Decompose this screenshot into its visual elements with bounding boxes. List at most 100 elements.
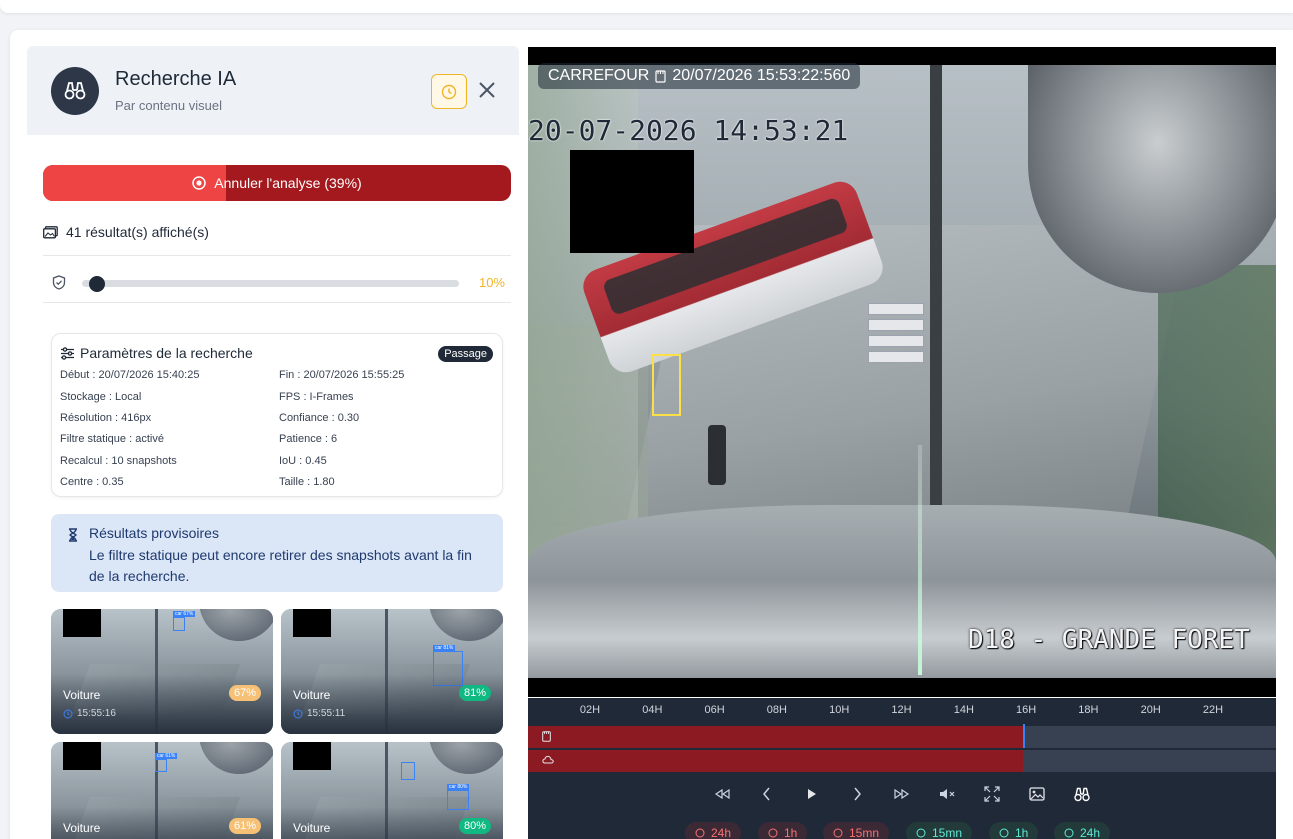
- sign-panel: [868, 319, 924, 331]
- jump-forward-1h-button[interactable]: 1h: [989, 822, 1039, 839]
- jump-back-label: 24h: [711, 826, 732, 839]
- camera-frame: 20-07-2026 14:53:21 D18 - GRANDE FORET: [528, 65, 1276, 678]
- timeline-hour-label: 06H: [704, 704, 725, 716]
- history-button[interactable]: [431, 74, 467, 109]
- result-thumbnail[interactable]: car 80% Voiture 80%: [281, 742, 503, 839]
- results-count-label: 41 résultat(s) affiché(s): [66, 224, 209, 240]
- jump-buttons: 24h 1h 15mn 15mn 1h 24h: [528, 822, 1276, 839]
- fullscreen-icon: [984, 786, 1000, 802]
- jump-forward-label: 15mn: [932, 826, 963, 839]
- param-iou: IoU : 0.45: [279, 455, 327, 467]
- playback-controls: [528, 784, 1276, 804]
- jump-back-24h-button[interactable]: 24h: [685, 822, 742, 839]
- results-count: 41 résultat(s) affiché(s): [43, 224, 209, 240]
- param-recalc: Recalcul : 10 snapshots: [60, 455, 177, 467]
- jump-forward-24h-button[interactable]: 24h: [1054, 822, 1111, 839]
- next-button[interactable]: [846, 784, 868, 804]
- confidence-slider[interactable]: 10%: [43, 272, 511, 294]
- rewind-icon: [695, 828, 705, 838]
- record-icon: [192, 176, 207, 190]
- osd-place: D18 - GRANDE FORET: [968, 625, 1250, 655]
- snapshot-button[interactable]: [1026, 784, 1048, 804]
- timeline-hour-label: 18H: [1078, 704, 1099, 716]
- mode-badge: Passage: [438, 346, 493, 362]
- result-thumbnail[interactable]: car 81% Voiture 81% 15:55:11: [281, 609, 503, 734]
- play-icon: [808, 789, 816, 799]
- jump-forward-label: 1h: [1015, 826, 1029, 839]
- forward-icon: [999, 828, 1009, 838]
- fast-forward-button[interactable]: [891, 784, 913, 804]
- param-static-filter: Filtre statique : activé: [60, 433, 164, 445]
- score-badge: 81%: [458, 685, 491, 701]
- privacy-mask: [293, 609, 331, 637]
- slider-thumb[interactable]: [89, 276, 106, 292]
- mute-button[interactable]: [936, 784, 958, 804]
- provisional-results-alert: Résultats provisoires Le filtre statique…: [51, 514, 503, 592]
- top-bar: [0, 0, 1293, 13]
- close-button[interactable]: [476, 79, 498, 101]
- timeline-hour-label: 16H: [1016, 704, 1037, 716]
- detection-box: [155, 759, 167, 772]
- param-confidence: Confiance : 0.30: [279, 412, 360, 424]
- fullscreen-button[interactable]: [981, 784, 1003, 804]
- cloud-icon: [542, 755, 554, 764]
- cancel-analysis-button[interactable]: Annuler l'analyse (39%): [43, 165, 511, 201]
- clock-icon: [441, 84, 457, 99]
- forward-icon: [916, 828, 926, 838]
- slider-track[interactable]: [82, 276, 459, 292]
- detection-tag: car 61%: [155, 753, 178, 759]
- page-subtitle: Par contenu visuel: [115, 98, 222, 113]
- thumbnail-time-text: 15:55:16: [77, 708, 116, 719]
- score-badge: 61%: [228, 818, 261, 834]
- timeline-track-cloud[interactable]: [528, 750, 1276, 772]
- previous-button[interactable]: [756, 784, 778, 804]
- timeline-hour-label: 14H: [953, 704, 974, 716]
- timeline[interactable]: 02H 04H 06H 08H 10H 12H 14H 16H 18H 20H 22H: [528, 698, 1276, 839]
- sliders-icon: [61, 346, 74, 360]
- detection-tag: car 81%: [433, 645, 456, 651]
- timeline-track-local[interactable]: [528, 726, 1276, 748]
- chevron-left-icon: [763, 787, 770, 801]
- clock-icon: [293, 709, 303, 718]
- privacy-mask: [293, 742, 331, 770]
- param-size: Taille : 1.80: [279, 476, 335, 488]
- alert-body: Le filtre statique peut encore retirer d…: [89, 547, 472, 584]
- cancel-analysis-label: Annuler l'analyse (39%): [214, 175, 362, 191]
- jump-back-15mn-button[interactable]: 15mn: [823, 822, 890, 839]
- ai-search-button[interactable]: [1071, 784, 1093, 804]
- result-thumbnail[interactable]: car 67% Voiture 67% 15:55:16: [51, 609, 273, 734]
- thumbnail-overlay: [281, 674, 503, 734]
- privacy-mask: [63, 742, 101, 770]
- timeline-hour-label: 08H: [766, 704, 787, 716]
- panel-header: Recherche IA Par contenu visuel: [27, 46, 519, 135]
- search-params-card: Paramètres de la recherche Passage Début…: [51, 333, 503, 497]
- video-player[interactable]: 20-07-2026 14:53:21 D18 - GRANDE FORET C…: [528, 47, 1276, 697]
- jump-back-label: 1h: [784, 826, 798, 839]
- timeline-hour-label: 04H: [642, 704, 663, 716]
- divider: [43, 255, 511, 256]
- close-icon: [479, 82, 495, 98]
- track-recorded: [528, 750, 1023, 772]
- fast-rewind-icon: [714, 789, 730, 799]
- param-resolution: Résolution : 416px: [60, 412, 152, 424]
- osd-date: 20-07-2026 14:53:21: [528, 114, 849, 147]
- camera-name: CARREFOUR: [548, 67, 650, 84]
- timeline-hour-label: 22H: [1202, 704, 1224, 716]
- thumbnail-label: Voiture: [63, 688, 101, 702]
- params-title-text: Paramètres de la recherche: [80, 345, 253, 361]
- thumbnail-time-text: 15:55:11: [307, 708, 346, 719]
- detection-box[interactable]: [652, 354, 681, 416]
- scene-signs: [868, 303, 924, 371]
- sign-panel: [868, 335, 924, 347]
- result-thumbnail[interactable]: car 61% Voiture 61%: [51, 742, 273, 839]
- fast-rewind-button[interactable]: [711, 784, 733, 804]
- privacy-mask: [570, 150, 694, 253]
- jump-forward-15mn-button[interactable]: 15mn: [906, 822, 973, 839]
- storage-icon: [542, 731, 551, 742]
- param-fps: FPS : I-Frames: [279, 391, 354, 403]
- playhead[interactable]: [1023, 724, 1025, 748]
- jump-back-1h-button[interactable]: 1h: [758, 822, 808, 839]
- chevron-right-icon: [854, 787, 861, 801]
- play-button[interactable]: [801, 784, 823, 804]
- timeline-hours: 02H 04H 06H 08H 10H 12H 14H 16H 18H 20H 22H: [528, 704, 1276, 720]
